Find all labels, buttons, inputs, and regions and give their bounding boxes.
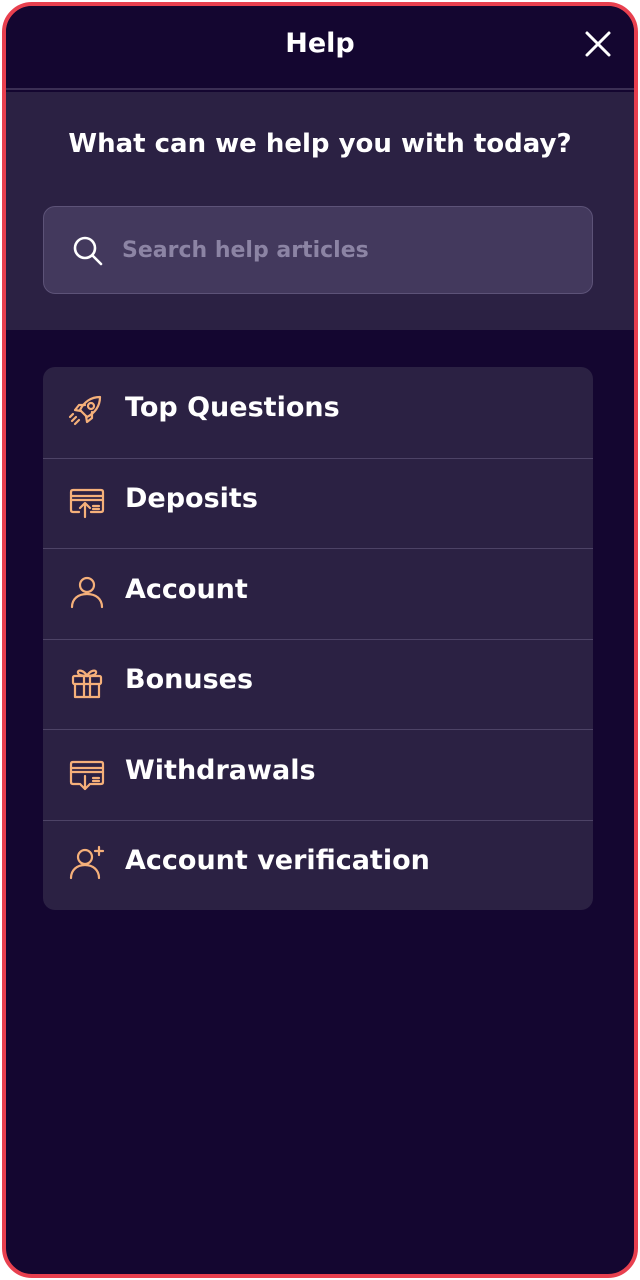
search-input[interactable] [122, 207, 562, 293]
search-box[interactable] [43, 206, 593, 294]
category-top-questions[interactable]: Top Questions [43, 367, 593, 458]
category-bonuses[interactable]: Bonuses [43, 638, 593, 730]
category-label: Bonuses [125, 664, 254, 696]
help-panel: Help What can we help you with today? Se… [2, 2, 638, 1278]
search-section: What can we help you with today? [6, 92, 634, 330]
category-label: Deposits [125, 483, 258, 515]
category-account[interactable]: Account [43, 548, 593, 639]
gift-icon [67, 662, 107, 702]
category-label: Withdrawals [125, 754, 316, 786]
deposit-icon [67, 481, 107, 521]
category-account-verification[interactable]: Account verification [43, 819, 593, 911]
close-icon [584, 30, 612, 58]
help-category-list: Top Questions Deposits Account Bonuses W… [43, 367, 593, 910]
user-icon [67, 572, 107, 612]
category-label: Account [125, 573, 248, 605]
hero-title: What can we help you with today? [68, 129, 572, 159]
search-icon [70, 233, 106, 269]
header: Help [6, 6, 634, 90]
category-deposits[interactable]: Deposits [43, 457, 593, 549]
category-label: Top Questions [125, 392, 340, 424]
page-title: Help [285, 28, 355, 59]
close-button[interactable] [578, 24, 618, 64]
category-label: Account verification [125, 845, 430, 877]
category-withdrawals[interactable]: Withdrawals [43, 729, 593, 820]
user-add-icon [67, 843, 107, 883]
withdraw-icon [67, 753, 107, 793]
rocket-icon [67, 390, 107, 430]
